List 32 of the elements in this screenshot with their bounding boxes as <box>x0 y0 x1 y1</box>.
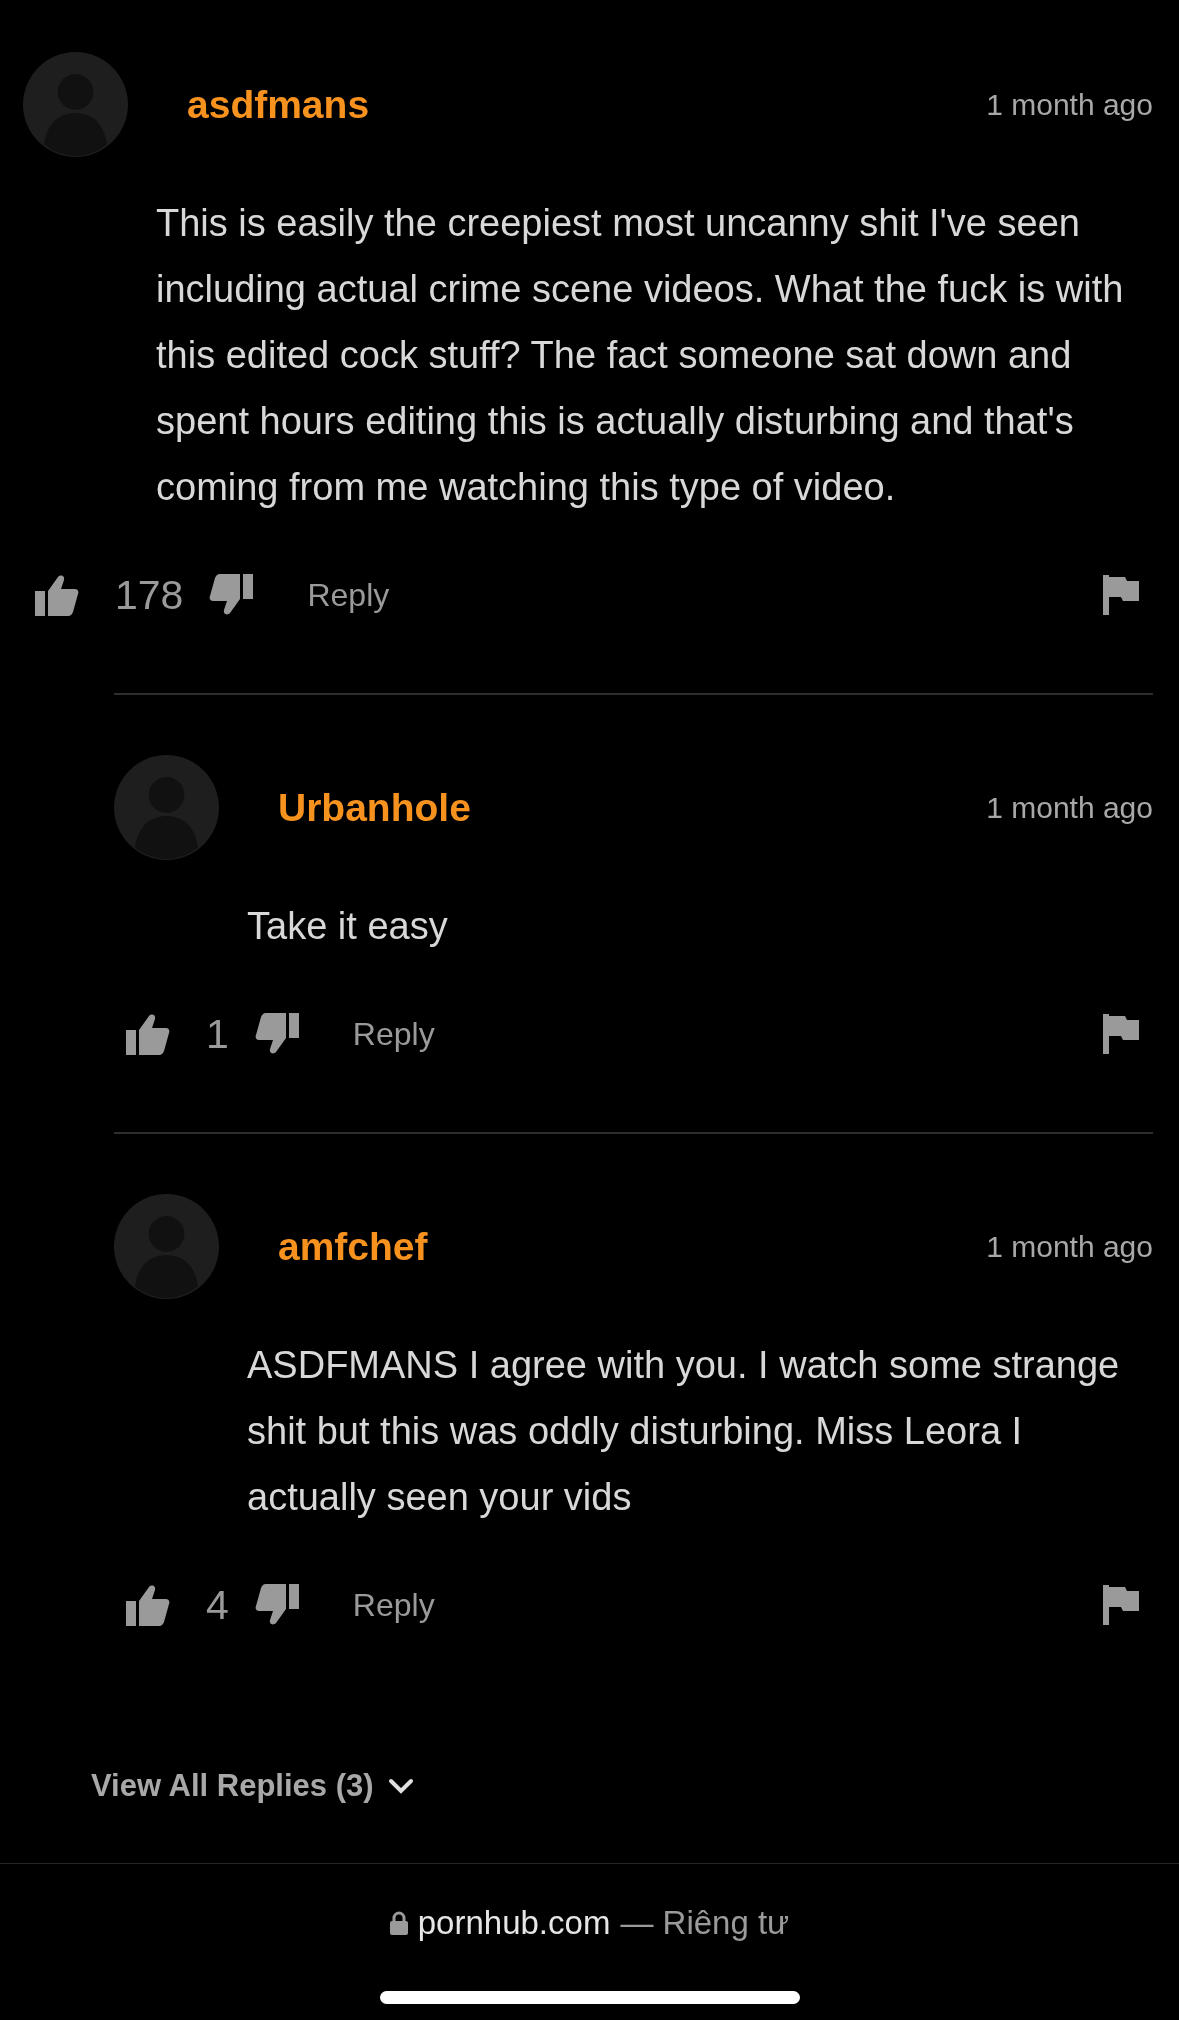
comment-text: This is easily the creepiest most uncanny shit I've seen including actual crime scene videos. What the fuck is with this edited cock stuff? The fact someone sat down and spent hours editing this is actually disturbing and that's coming from me watching this type of video. <box>156 201 1125 510</box>
like-count: 178 <box>115 571 184 619</box>
thumbs-down-icon[interactable] <box>254 1013 299 1055</box>
like-count: 4 <box>206 1581 229 1629</box>
view-all-replies-link[interactable]: View All Replies (3) <box>91 1768 374 1804</box>
thumbs-up-icon[interactable] <box>35 574 79 616</box>
domain-text[interactable]: pornhub.com <box>417 1904 611 1942</box>
like-count: 1 <box>206 1010 229 1058</box>
privacy-label: — Riêng tư <box>620 1904 790 1942</box>
thumbs-up-icon[interactable] <box>126 1584 170 1626</box>
username[interactable]: amfchef <box>278 1224 428 1269</box>
lock-icon <box>389 1911 408 1935</box>
comment-time: 1 month ago <box>986 790 1153 825</box>
chevron-down-icon <box>387 1778 414 1794</box>
comment-text: Take it easy <box>247 904 449 949</box>
flag-icon[interactable] <box>1103 1585 1139 1625</box>
reply-button[interactable]: Reply <box>352 1586 435 1624</box>
avatar-icon <box>114 755 219 860</box>
avatar-icon <box>114 1194 219 1299</box>
username[interactable]: asdfmans <box>187 82 370 127</box>
flag-icon[interactable] <box>1103 575 1139 615</box>
reply-button[interactable]: Reply <box>352 1015 435 1053</box>
username[interactable]: Urbanhole <box>278 785 471 830</box>
flag-icon[interactable] <box>1103 1014 1139 1054</box>
avatar-icon <box>23 52 128 157</box>
reply-button[interactable]: Reply <box>307 576 390 614</box>
thumbs-down-icon[interactable] <box>209 574 254 616</box>
comment-text: ASDFMANS I agree with you. I watch some strange shit but this was oddly disturbing. Miss Leora I actually seen your vids <box>247 1343 1121 1520</box>
thumbs-up-icon[interactable] <box>126 1013 170 1055</box>
thumbs-down-icon[interactable] <box>254 1584 299 1626</box>
comment-time: 1 month ago <box>986 1229 1153 1264</box>
comment-time: 1 month ago <box>986 87 1153 122</box>
